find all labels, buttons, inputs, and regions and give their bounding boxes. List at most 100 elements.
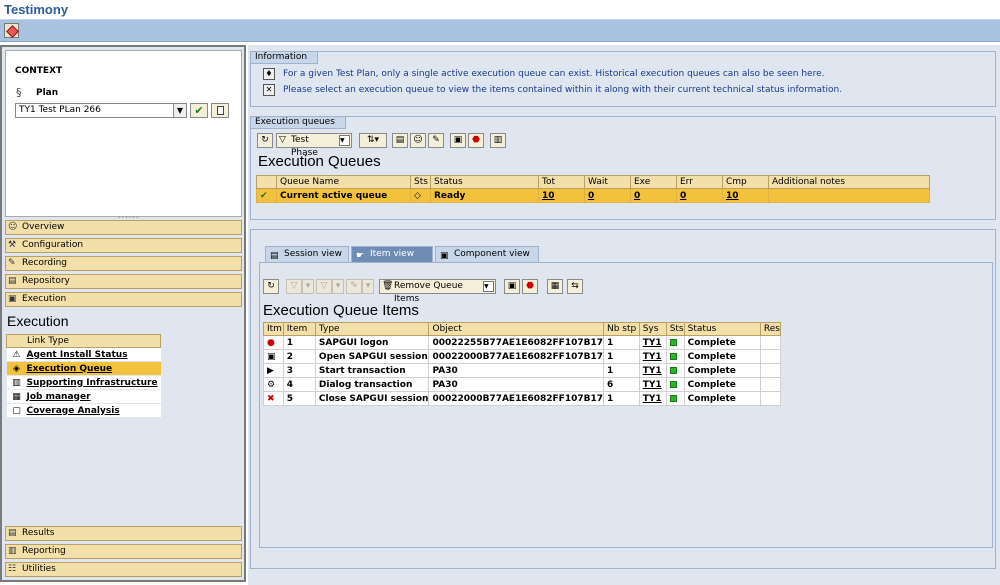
nav-execution[interactable]: ▣ Execution: [5, 292, 242, 307]
table-row[interactable]: ✖ 5 Close SAPGUI session 00022000B77AE1E…: [263, 391, 782, 406]
refresh-button[interactable]: ↻: [257, 133, 273, 148]
green-light-icon: [669, 394, 677, 402]
table-button[interactable]: ▦: [547, 279, 563, 294]
nav-overview[interactable]: ☺ Overview: [5, 220, 242, 235]
item-type: Dialog transaction: [314, 377, 430, 392]
tab-label: Session view: [284, 249, 342, 259]
status-light: [665, 363, 685, 378]
item-sys-link[interactable]: TY1: [638, 391, 667, 406]
left-panel: CONTEXT § Plan TY1 Test PLan 266 ▼ ✔ ...…: [0, 45, 246, 582]
queue-name-cell[interactable]: Current active queue: [276, 188, 411, 203]
link-row[interactable]: ▥ Supporting Infrastructure: [6, 375, 161, 390]
filter2-dropdown[interactable]: ▾: [332, 279, 344, 294]
status-light: [665, 335, 685, 350]
export-button[interactable]: ▣: [504, 279, 520, 294]
link-row[interactable]: ◈ Execution Queue: [6, 361, 161, 376]
main-content: Information ♦ For a given Test Plan, onl…: [248, 45, 1000, 585]
edit-icon: ✎: [350, 281, 358, 291]
item-sys-link[interactable]: TY1: [638, 377, 667, 392]
queue-icon: ◈: [6, 361, 27, 376]
item-object: 00022000B77AE1E6082FF107B17: [428, 349, 604, 364]
tab-item-view[interactable]: ☛ Item view: [351, 246, 433, 262]
chevron-down-icon[interactable]: ▼: [173, 104, 186, 117]
link-job-manager[interactable]: Job manager: [26, 389, 161, 404]
edit-button[interactable]: ✎: [428, 133, 444, 148]
table-row[interactable]: ▶ 3 Start transaction PA30 1 TY1 Complet…: [263, 363, 782, 378]
execution-queues-group: Execution queues ↻ ▽ Test Phase ▼ ⇅▾ ▤ ☺…: [250, 116, 996, 220]
filter-button[interactable]: ▽: [286, 279, 302, 294]
items-group: ▤ Session view ☛ Item view ▣ Component v…: [250, 229, 996, 569]
item-status: Complete: [683, 363, 761, 378]
info-icon: ♦: [263, 68, 275, 80]
link-agent-install-status[interactable]: Agent Install Status: [26, 347, 161, 362]
remove-queue-items-button[interactable]: 🗑 Remove Queue Items ▼: [379, 279, 496, 304]
agent-icon: ⚠: [6, 347, 27, 362]
nav-recording[interactable]: ✎ Recording: [5, 256, 242, 271]
item-type: Open SAPGUI session: [314, 349, 430, 364]
table-row[interactable]: ▣ 2 Open SAPGUI session 00022000B77AE1E6…: [263, 349, 782, 364]
green-light-icon: [669, 380, 677, 388]
link-row[interactable]: ▢ Coverage Analysis: [6, 403, 161, 418]
edit-dropdown[interactable]: ▾: [362, 279, 374, 294]
nav-repository[interactable]: ▤ Repository: [5, 274, 242, 289]
export-button[interactable]: ▣: [450, 133, 466, 148]
chart-button[interactable]: ▥: [490, 133, 506, 148]
tab-component-view[interactable]: ▣ Component view: [435, 246, 539, 262]
nav-utilities[interactable]: ☷ Utilities: [5, 562, 242, 577]
item-number: 3: [282, 363, 316, 378]
repository-icon: ▤: [8, 276, 17, 286]
nav-results[interactable]: ▤ Results: [5, 526, 242, 541]
execution-queues-title: Execution Queues: [258, 153, 381, 170]
item-object: PA30: [428, 377, 604, 392]
splitter-handle[interactable]: ......: [118, 211, 139, 220]
filter-dropdown[interactable]: ▾: [302, 279, 314, 294]
item-sys-link[interactable]: TY1: [638, 335, 667, 350]
link-supporting-infrastructure[interactable]: Supporting Infrastructure: [26, 375, 161, 390]
item-object: 00022255B77AE1E6082FF107B17: [428, 335, 604, 350]
chevron-down-icon[interactable]: ▼: [339, 135, 350, 146]
execution-section-title: Execution: [7, 313, 69, 329]
link-button[interactable]: ⇆: [567, 279, 583, 294]
new-plan-button[interactable]: [211, 103, 229, 118]
item-object: 00022000B77AE1E6082FF107B17: [428, 391, 604, 406]
queue-tot-cell[interactable]: 10: [538, 188, 585, 203]
queue-exe-cell[interactable]: 0: [630, 188, 677, 203]
queue-err-cell[interactable]: 0: [676, 188, 723, 203]
table-row[interactable]: ✔ Current active queue ◇ Ready 10 0 0 0 …: [256, 188, 930, 203]
user-button[interactable]: ☺: [410, 133, 426, 148]
table-row[interactable]: ⚙ 4 Dialog transaction PA30 6 TY1 Comple…: [263, 377, 782, 392]
item-sys-link[interactable]: TY1: [638, 349, 667, 364]
toolbar-action-icon[interactable]: [4, 23, 19, 38]
item-steps: 1: [603, 335, 640, 350]
refresh-icon: ↻: [261, 135, 269, 145]
link-coverage-analysis[interactable]: Coverage Analysis: [26, 403, 161, 418]
stop-button[interactable]: ⬣: [468, 133, 484, 148]
nav-configuration[interactable]: ⚒ Configuration: [5, 238, 242, 253]
nav-label: Recording: [22, 258, 68, 268]
filter2-button[interactable]: ▽: [316, 279, 332, 294]
chevron-down-icon[interactable]: ▼: [483, 281, 494, 292]
items-refresh-button[interactable]: ↻: [263, 279, 279, 294]
test-phase-button[interactable]: ▽ Test Phase ▼: [276, 133, 352, 158]
stop-icon: ⬣: [472, 135, 480, 145]
stop-button[interactable]: ⬣: [522, 279, 538, 294]
sort-button[interactable]: ⇅▾: [359, 133, 387, 148]
details-button[interactable]: ▤: [392, 133, 408, 148]
info-line-1: For a given Test Plan, only a single act…: [283, 69, 825, 79]
link-execution-queue[interactable]: Execution Queue: [26, 361, 161, 376]
edit-button[interactable]: ✎: [346, 279, 362, 294]
item-sys-link[interactable]: TY1: [638, 363, 667, 378]
table-row[interactable]: ● 1 SAPGUI logon 00022255B77AE1E6082FF10…: [263, 335, 782, 350]
queue-cmp-cell[interactable]: 10: [722, 188, 769, 203]
table-icon: ▦: [550, 281, 560, 291]
item-steps: 6: [603, 377, 640, 392]
col-res: Res: [759, 322, 782, 336]
confirm-plan-button[interactable]: ✔: [190, 103, 208, 118]
queue-wait-cell[interactable]: 0: [584, 188, 631, 203]
nav-reporting[interactable]: ▥ Reporting: [5, 544, 242, 559]
plan-select[interactable]: TY1 Test PLan 266 ▼: [15, 103, 187, 118]
tab-session-view[interactable]: ▤ Session view: [265, 246, 349, 262]
link-row[interactable]: ▦ Job manager: [6, 389, 161, 404]
link-row[interactable]: ⚠ Agent Install Status: [6, 347, 161, 362]
col-tot: Tot: [538, 175, 585, 189]
